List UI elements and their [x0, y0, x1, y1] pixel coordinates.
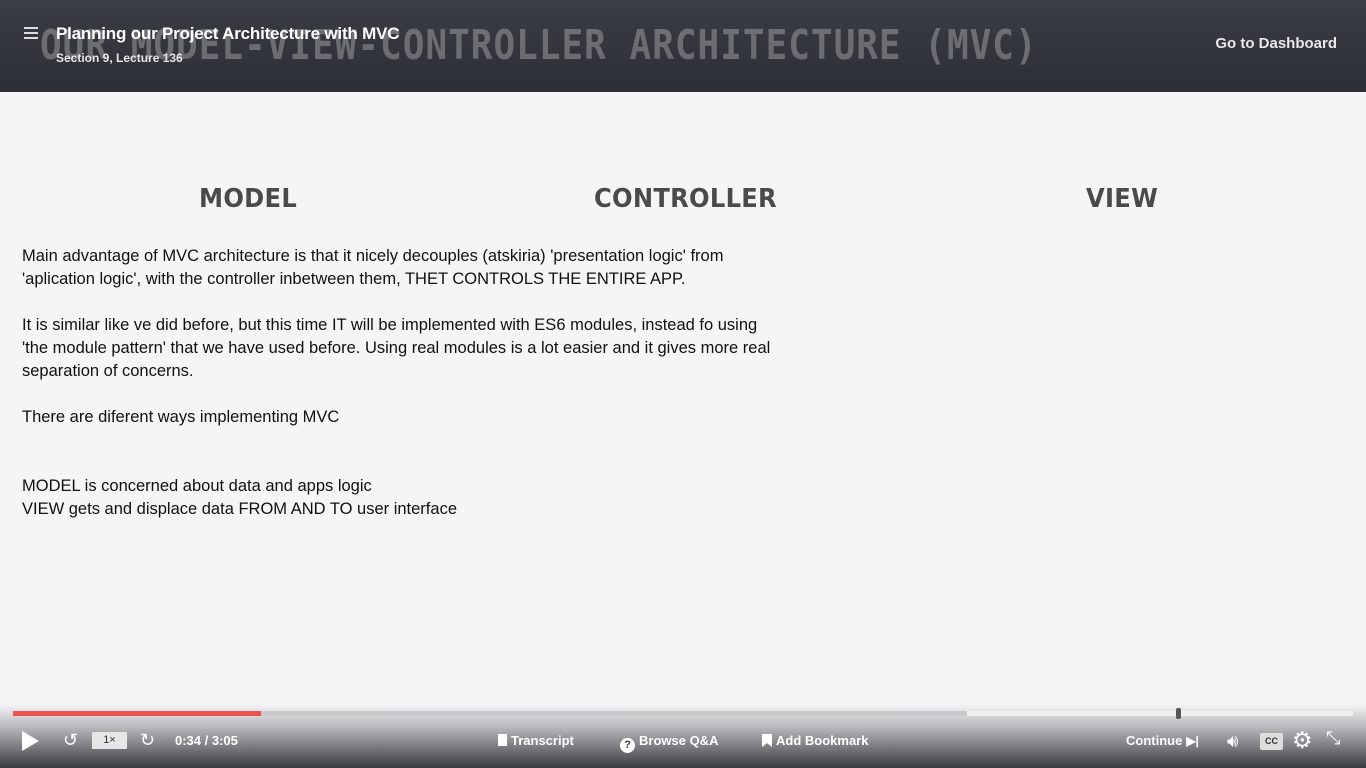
settings-gear-icon[interactable]: ⚙	[1292, 727, 1313, 754]
play-icon[interactable]	[22, 731, 39, 751]
note-line: 'the module pattern' that we have used b…	[22, 339, 771, 357]
add-bookmark-label: Add Bookmark	[776, 733, 869, 748]
document-icon	[498, 734, 507, 746]
question-icon: ?	[620, 738, 635, 753]
go-to-dashboard-link[interactable]: Go to Dashboard	[1215, 35, 1337, 52]
progress-bar[interactable]	[13, 708, 1353, 719]
note-line: VIEW gets and displace data FROM AND TO …	[22, 500, 457, 518]
note-line: 'aplication logic', with the controller …	[22, 270, 686, 288]
browse-qa-label: Browse Q&A	[639, 733, 719, 748]
note-line: It is similar like ve did before, but th…	[22, 316, 758, 334]
transcript-button[interactable]: Transcript	[498, 733, 574, 748]
lecture-title: Planning our Project Architecture with M…	[56, 24, 400, 43]
volume-track[interactable]	[967, 711, 1353, 716]
continue-label: Continue	[1126, 733, 1183, 748]
add-bookmark-button[interactable]: Add Bookmark	[762, 733, 868, 748]
forward-icon[interactable]: ↻	[140, 730, 155, 751]
video-slide: MODEL CONTROLLER VIEW Main advantage of …	[0, 92, 1366, 704]
rewind-icon[interactable]: ↺	[63, 730, 78, 751]
transcript-label: Transcript	[511, 733, 574, 748]
volume-icon[interactable]: 🔊︎	[1227, 731, 1238, 752]
lecture-header: OUR MODEL-VIEW-CONTROLLER ARCHITECTURE (…	[0, 0, 1366, 92]
progress-fill	[13, 711, 261, 716]
browse-qa-button[interactable]: ? Browse Q&A	[620, 733, 718, 753]
heading-model: MODEL	[199, 184, 298, 214]
volume-handle[interactable]	[1176, 708, 1181, 719]
player-controls: ↺ 1× ↻ 0:34 / 3:05 Transcript ? Browse Q&…	[0, 704, 1366, 768]
note-line: MODEL is concerned about data and apps l…	[22, 477, 372, 495]
heading-view: VIEW	[1086, 184, 1159, 214]
bookmark-icon	[762, 734, 772, 747]
curriculum-menu-icon[interactable]	[24, 27, 38, 41]
lecture-notes: Main advantage of MVC architecture is th…	[22, 245, 842, 521]
note-line: Main advantage of MVC architecture is th…	[22, 247, 724, 265]
heading-controller: CONTROLLER	[594, 184, 777, 214]
skip-next-icon: ▶|	[1186, 734, 1199, 748]
note-line: There are diferent ways implementing MVC	[22, 408, 340, 426]
lecture-subtitle: Section 9, Lecture 136	[56, 51, 183, 65]
closed-captions-button[interactable]: CC	[1260, 733, 1283, 750]
continue-button[interactable]: Continue ▶|	[1126, 733, 1199, 748]
note-line: separation of concerns.	[22, 362, 194, 380]
time-display: 0:34 / 3:05	[175, 733, 238, 748]
exit-fullscreen-icon[interactable]: ⤡	[1326, 728, 1340, 749]
playback-speed-button[interactable]: 1×	[92, 732, 127, 749]
